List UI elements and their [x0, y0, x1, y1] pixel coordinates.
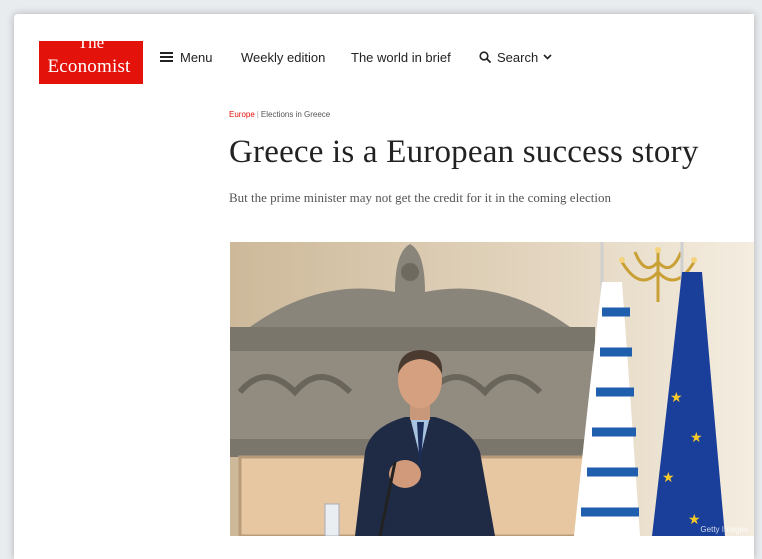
- breadcrumb-topic[interactable]: Elections in Greece: [261, 110, 330, 119]
- article-headline: Greece is a European success story: [229, 134, 699, 170]
- nav-world-in-brief[interactable]: The world in brief: [351, 46, 451, 68]
- svg-text:★: ★: [690, 430, 703, 446]
- search-icon: [479, 51, 491, 63]
- chevron-down-icon: [543, 54, 552, 60]
- menu-button[interactable]: Menu: [160, 46, 213, 68]
- logo-line-1: The: [77, 41, 105, 52]
- article-subheadline: But the prime minister may not get the c…: [229, 190, 611, 205]
- photo-credit: Getty Images: [700, 525, 748, 534]
- search-button[interactable]: Search: [479, 46, 558, 68]
- menu-label: Menu: [180, 49, 213, 65]
- economist-logo[interactable]: The Economist: [39, 41, 143, 84]
- photo-illustration: ★ ★ ★ ★: [230, 242, 754, 536]
- menu-icon: [160, 52, 173, 62]
- svg-text:★: ★: [662, 470, 675, 486]
- page-frame: The Economist Menu Weekly edition The wo…: [14, 14, 754, 559]
- search-label: Search: [497, 49, 539, 65]
- breadcrumb-section[interactable]: Europe: [229, 110, 255, 119]
- breadcrumb: Europe | Elections in Greece: [229, 110, 330, 119]
- nav-weekly-edition[interactable]: Weekly edition: [241, 46, 325, 68]
- svg-text:★: ★: [688, 512, 701, 528]
- article-photo: ★ ★ ★ ★ Getty Images: [230, 242, 754, 536]
- logo-line-2: Economist: [47, 56, 131, 77]
- svg-text:★: ★: [670, 390, 683, 406]
- site-header: The Economist Menu Weekly edition The wo…: [14, 14, 754, 94]
- breadcrumb-separator: |: [256, 110, 259, 119]
